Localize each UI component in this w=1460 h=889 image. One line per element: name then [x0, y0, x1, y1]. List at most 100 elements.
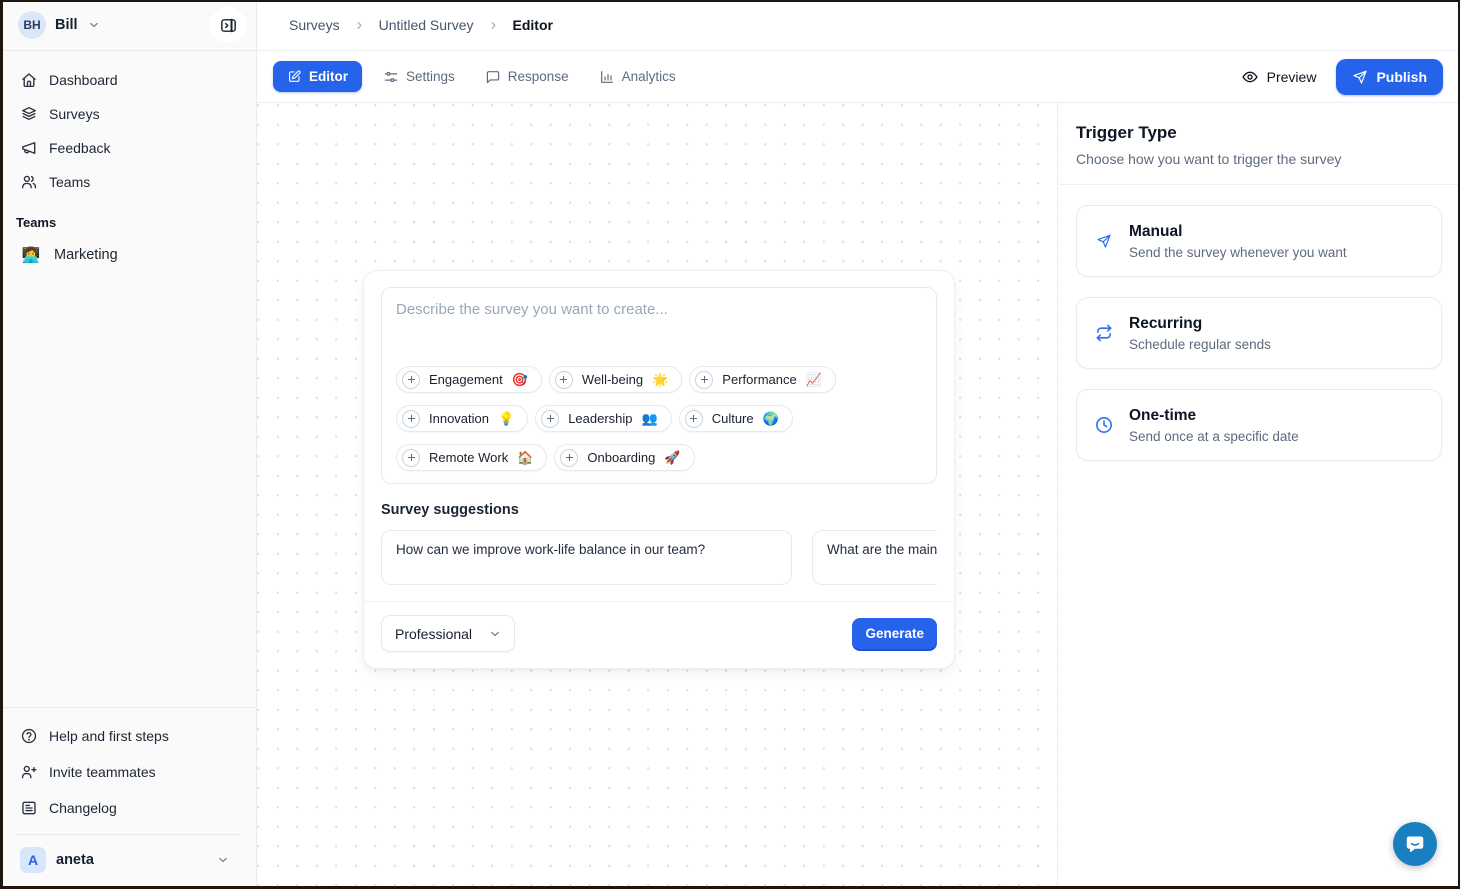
suggestion-card[interactable]: How can we improve work-life balance in … [381, 530, 792, 585]
topic-chip-innovation[interactable]: Innovation 💡 [396, 405, 528, 432]
preview-button[interactable]: Preview [1241, 68, 1317, 86]
clock-icon [1093, 415, 1114, 435]
sidebar-item-teams[interactable]: Teams [12, 165, 244, 199]
send-icon [1093, 233, 1114, 249]
editor-canvas[interactable]: Engagement 🎯 Well-being🌟 Performance 📈 Innova… [257, 103, 1057, 889]
sidebar-spacer [0, 272, 256, 707]
topic-label: Remote Work [429, 450, 508, 465]
workspace-switcher[interactable]: BH Bill [18, 11, 101, 39]
trigger-option-manual[interactable]: ManualSend the survey whenever you want [1076, 205, 1442, 277]
generate-button[interactable]: Generate [852, 618, 937, 649]
chevron-down-icon [216, 853, 230, 867]
plus-icon [402, 449, 420, 467]
sidebar-item-label: Surveys [49, 106, 100, 122]
topic-emoji: 🏠 [517, 451, 533, 464]
sidebar-item-changelog[interactable]: Changelog [12, 790, 244, 826]
team-item-marketing[interactable]: 👩‍💻 Marketing [12, 238, 244, 272]
tab-analytics[interactable]: Analytics [590, 62, 685, 92]
plus-icon [685, 410, 703, 428]
topic-emoji: 🎯 [512, 373, 528, 386]
tab-label: Response [508, 69, 569, 84]
preview-label: Preview [1267, 69, 1317, 85]
trigger-panel-subtitle: Choose how you want to trigger the surve… [1076, 151, 1442, 167]
workarea: Engagement 🎯 Well-being🌟 Performance 📈 Innova… [257, 103, 1460, 889]
breadcrumb-item-editor: Editor [513, 17, 553, 33]
sidebar-item-invite-teammates[interactable]: Invite teammates [12, 754, 244, 790]
topic-chip-remote-work[interactable]: Remote Work 🏠 [396, 444, 547, 471]
suggestion-card[interactable]: What are the main ob [812, 530, 937, 585]
megaphone-icon [20, 139, 38, 157]
chevron-right-icon [353, 19, 366, 32]
tone-value: Professional [395, 626, 472, 642]
topic-emoji: 💡 [498, 412, 514, 425]
sidebar-item-help-and-first-steps[interactable]: Help and first steps [12, 718, 244, 754]
topic-label: Culture [712, 411, 754, 426]
tab-label: Settings [406, 69, 455, 84]
topic-chip-culture[interactable]: Culture🌍 [679, 405, 793, 432]
sidebar-item-label: Feedback [49, 140, 110, 156]
topic-label: Leadership [568, 411, 632, 426]
trigger-option-text: Recurring Schedule regular sends [1129, 315, 1271, 352]
topic-label: Innovation [429, 411, 489, 426]
trigger-option-title: Recurring [1129, 315, 1271, 333]
sidebar-item-dashboard[interactable]: Dashboard [12, 63, 244, 97]
topic-emoji: 👥 [642, 412, 658, 425]
plus-icon [541, 410, 559, 428]
plus-icon [695, 371, 713, 389]
trigger-panel-header: Trigger Type Choose how you want to trig… [1058, 103, 1460, 185]
topic-chip-engagement[interactable]: Engagement 🎯 [396, 366, 542, 393]
topic-chip-leadership[interactable]: Leadership 👥 [535, 405, 672, 432]
account-menu[interactable]: A aneta [12, 841, 244, 881]
chat-launcher-button[interactable] [1393, 822, 1437, 866]
trigger-options: ManualSend the survey whenever you want R… [1058, 185, 1460, 481]
team-emoji: 👩‍💻 [20, 246, 42, 264]
trigger-option-text: One-timeSend once at a specific date [1129, 407, 1299, 444]
workspace-name: Bill [55, 17, 78, 33]
suggestions-label: Survey suggestions [381, 502, 937, 518]
breadcrumb-item-untitled-survey[interactable]: Untitled Survey [379, 17, 474, 33]
layers-icon [20, 105, 38, 123]
editor-tabs: Editor Settings Response Analytics [273, 61, 685, 92]
trigger-option-one-time[interactable]: One-timeSend once at a specific date [1076, 389, 1442, 461]
topic-chips: Engagement 🎯 Well-being🌟 Performance 📈 Innova… [396, 366, 922, 471]
chat-bubble-icon [1404, 833, 1426, 855]
publish-button[interactable]: Publish [1336, 59, 1443, 95]
topic-chip-performance[interactable]: Performance 📈 [689, 366, 836, 393]
topic-chip-onboarding[interactable]: Onboarding🚀 [554, 444, 694, 471]
newspaper-icon [20, 799, 38, 817]
tab-settings[interactable]: Settings [374, 62, 464, 92]
plus-icon [555, 371, 573, 389]
sidebar-item-label: Dashboard [49, 72, 118, 88]
survey-prompt-input[interactable] [396, 301, 922, 363]
tab-editor[interactable]: Editor [273, 61, 362, 92]
topic-label: Engagement [429, 372, 503, 387]
sidebar: BH Bill Dashboard Surveys Feedback Teams Te… [0, 0, 257, 889]
topic-label: Onboarding [587, 450, 655, 465]
topic-emoji: 📈 [806, 373, 822, 386]
sidebar-item-feedback[interactable]: Feedback [12, 131, 244, 165]
account-avatar: A [20, 847, 46, 873]
topic-label: Performance [722, 372, 796, 387]
chart-icon [599, 69, 615, 85]
sliders-icon [383, 69, 399, 85]
sidebar-footer: Help and first stepsInvite teammates Chan… [0, 707, 256, 889]
trigger-option-description: Schedule regular sends [1129, 337, 1271, 352]
sidebar-item-label: Changelog [49, 800, 117, 816]
sidebar-collapse-button[interactable] [210, 7, 246, 43]
teams-section-label: Teams [0, 199, 256, 238]
topic-chip-well-being[interactable]: Well-being🌟 [549, 366, 682, 393]
trigger-type-panel: Trigger Type Choose how you want to trig… [1057, 103, 1460, 889]
tab-response[interactable]: Response [476, 62, 578, 92]
tone-select[interactable]: Professional [381, 615, 515, 652]
sidebar-item-surveys[interactable]: Surveys [12, 97, 244, 131]
team-label: Marketing [54, 247, 118, 263]
edit-icon [287, 69, 302, 84]
main-area: Surveys Untitled Survey Editor Editor Setti… [257, 0, 1460, 889]
trigger-panel-title: Trigger Type [1076, 123, 1442, 143]
breadcrumb-item-surveys[interactable]: Surveys [289, 17, 340, 33]
chevron-down-icon [87, 18, 101, 32]
workspace-avatar: BH [18, 11, 46, 39]
chevron-right-icon [487, 19, 500, 32]
trigger-option-recurring[interactable]: Recurring Schedule regular sends [1076, 297, 1442, 369]
tab-label: Analytics [622, 69, 676, 84]
